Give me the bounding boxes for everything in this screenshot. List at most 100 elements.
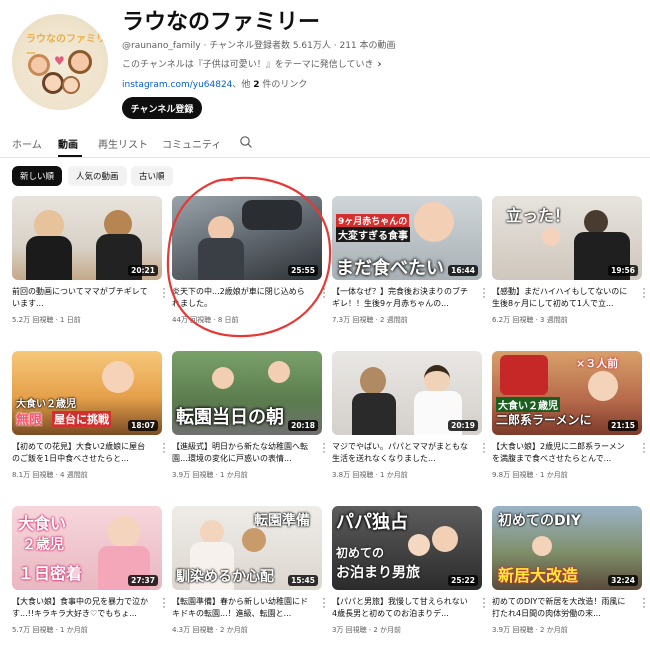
video-meta: 3.9万 回視聴 · 1 か月前 (172, 471, 248, 479)
more-vert-icon[interactable]: · · · (320, 441, 328, 458)
video-title[interactable]: 【転園準備】春から新しい幼稚園にドキドキの転園...！進級、転園と... (172, 596, 312, 620)
upload-age: 1 日前 (60, 316, 81, 324)
video-title[interactable]: 【進級式】明日から新たな幼稚園へ転園…環境の変化に戸惑いの表情... (172, 441, 312, 465)
view-count: 3.9万 回視聴 (492, 626, 534, 634)
video-thumbnail[interactable]: パパ独占 初めての お泊まり男旅 25:22 (332, 506, 482, 590)
thumbnail-caption: お泊まり男旅 (336, 565, 420, 581)
video-card[interactable]: 初めてのDIY 新居大改造 32:24 初めてのDIYで新居を大改造！雨風に打た… (492, 506, 645, 654)
more-vert-icon[interactable]: · · · (480, 596, 488, 613)
tab-home[interactable]: ホーム (12, 136, 42, 151)
video-thumbnail[interactable]: 転園準備 馴染めるか心配 15:45 (172, 506, 322, 590)
more-vert-icon[interactable]: · · · (160, 286, 168, 303)
video-card[interactable]: 20:19 マジでやばい。パパとママがまともな生活を送れなくなりました... 3… (332, 351, 485, 501)
channel-title: ラウなのファミリー (122, 10, 321, 35)
video-title[interactable]: 【感動】まだハイハイもしてないのに生後8ヶ月にして初めて1人で立... (492, 286, 632, 310)
upload-age: 1 か月前 (220, 471, 248, 479)
chip-oldest[interactable]: 古い順 (131, 166, 173, 186)
subscribe-button[interactable]: チャンネル登録 (122, 97, 202, 119)
upload-age: 2 か月前 (540, 626, 568, 634)
video-card[interactable]: ×３人前 大食い２歳児 二郎系ラーメンに 21:15 【大食い娘】2歳児に二郎系… (492, 351, 645, 501)
duration-badge: 27:37 (128, 575, 158, 586)
video-card[interactable]: 大食い ２歳児 １日密着 27:37 【大食い娘】食事中の兄を暴力で泣かす...… (12, 506, 165, 654)
duration-badge: 25:55 (288, 265, 318, 276)
video-title[interactable]: 【パパと男旅】我慢して甘えられない4歳長男と初めてのお泊まりデ... (332, 596, 472, 620)
video-card[interactable]: 転園当日の朝 20:18 【進級式】明日から新たな幼稚園へ転園…環境の変化に戸惑… (172, 351, 325, 501)
upload-age: 1 か月前 (380, 471, 408, 479)
channel-header: ラウなのファミリー ♥ ラウなのファミリー @raunano_family · … (0, 0, 650, 130)
more-vert-icon[interactable]: · · · (640, 441, 648, 458)
thumbnail-caption: 屋台に挑戦 (52, 411, 111, 427)
video-meta: 4.3万 回視聴 · 2 か月前 (172, 626, 248, 634)
upload-age: 2 か月前 (373, 626, 402, 634)
video-thumbnail[interactable]: 20:19 (332, 351, 482, 435)
chip-newest[interactable]: 新しい順 (12, 166, 63, 186)
view-count: 7.3万 回視聴 (332, 316, 374, 324)
search-icon[interactable] (239, 135, 253, 149)
video-meta: 8.1万 回視聴 · 4 週間前 (12, 471, 88, 479)
channel-links: instagram.com/yu64824、他 2 件のリンク (122, 77, 307, 90)
thumbnail-caption: 無限 (16, 413, 43, 428)
more-vert-icon[interactable]: · · · (480, 286, 488, 303)
chevron-right-icon[interactable]: › (377, 59, 381, 70)
video-thumbnail[interactable]: 初めてのDIY 新居大改造 32:24 (492, 506, 642, 590)
view-count: 44万 回視聴 (172, 316, 212, 324)
chip-popular[interactable]: 人気の動画 (68, 166, 127, 186)
view-count: 3.8万 回視聴 (332, 471, 374, 479)
instagram-link[interactable]: instagram.com/yu64824 (122, 80, 232, 90)
tab-playlists[interactable]: 再生リスト (98, 136, 148, 151)
more-vert-icon[interactable]: · · · (160, 441, 168, 458)
more-vert-icon[interactable]: · · · (640, 596, 648, 613)
video-card[interactable]: 立った！ 19:56 【感動】まだハイハイもしてないのに生後8ヶ月にして初めて1… (492, 196, 645, 346)
video-thumbnail[interactable]: 20:21 (12, 196, 162, 280)
video-card[interactable]: 転園準備 馴染めるか心配 15:45 【転園準備】春から新しい幼稚園にドキドキの… (172, 506, 325, 654)
more-links-suffix[interactable]: 件のリンク (260, 80, 307, 90)
video-title[interactable]: 【一体なぜ？】完食後お決まりのブチギレ！！生後9ヶ月赤ちゃんの... (332, 286, 472, 310)
heart-icon: ♥ (54, 54, 65, 68)
video-thumbnail[interactable]: 転園当日の朝 20:18 (172, 351, 322, 435)
more-vert-icon[interactable]: · · · (480, 441, 488, 458)
video-meta: 7.3万 回視聴 · 2 週間前 (332, 316, 408, 324)
more-vert-icon[interactable]: · · · (640, 286, 648, 303)
more-vert-icon[interactable]: · · · (320, 286, 328, 303)
upload-age: 4 週間前 (60, 471, 88, 479)
tab-videos[interactable]: 動画 (58, 136, 78, 151)
duration-badge: 18:07 (128, 420, 158, 431)
more-vert-icon[interactable]: · · · (320, 596, 328, 613)
video-card[interactable]: パパ独占 初めての お泊まり男旅 25:22 【パパと男旅】我慢して甘えられない… (332, 506, 485, 654)
channel-avatar[interactable]: ラウなのファミリー ♥ (12, 14, 108, 110)
video-meta: 5.7万 回視聴 · 1 か月前 (12, 626, 88, 634)
view-count: 3万 回視聴 (332, 626, 367, 634)
upload-age: 2 か月前 (220, 626, 248, 634)
channel-description-text: このチャンネルは『子供は可愛い！』をテーマに発信していき (122, 60, 374, 70)
video-title[interactable]: 【大食い娘】2歳児に二郎系ラーメンを満腹まで食べさせたらとんで... (492, 441, 632, 465)
duration-badge: 19:56 (608, 265, 638, 276)
video-thumbnail[interactable]: ×３人前 大食い２歳児 二郎系ラーメンに 21:15 (492, 351, 642, 435)
video-card[interactable]: 20:21 前回の動画についてママがブチギレています... 5.2万 回視聴 ·… (12, 196, 165, 346)
video-thumbnail[interactable]: 立った！ 19:56 (492, 196, 642, 280)
video-card[interactable]: 9ヶ月赤ちゃんの 大変すぎる食事 まだ食べたい 16:44 【一体なぜ？】完食後… (332, 196, 485, 346)
video-thumbnail[interactable]: 大食い ２歳児 １日密着 27:37 (12, 506, 162, 590)
tab-community[interactable]: コミュニティ (162, 136, 221, 151)
more-vert-icon[interactable]: · · · (160, 596, 168, 613)
video-title[interactable]: 炎天下の中...2歳娘が車に閉じ込められました。 (172, 286, 312, 310)
video-card[interactable]: 大食い２歳児 無限 屋台に挑戦 18:07 【初めての花見】大食い2歳娘に屋台の… (12, 351, 165, 501)
video-title[interactable]: 前回の動画についてママがブチギレています... (12, 286, 152, 310)
video-meta: 5.2万 回視聴 · 1 日前 (12, 316, 81, 324)
thumbnail-caption: 転園当日の朝 (176, 407, 284, 428)
video-thumbnail[interactable]: 9ヶ月赤ちゃんの 大変すぎる食事 まだ食べたい 16:44 (332, 196, 482, 280)
video-title[interactable]: 【初めての花見】大食い2歳娘に屋台のご飯を1日中食べさせたらと... (12, 441, 152, 465)
thumbnail-caption: 大食い (18, 514, 67, 533)
view-count: 5.2万 回視聴 (12, 316, 54, 324)
video-meta: 3.9万 回視聴 · 2 か月前 (492, 626, 568, 634)
channel-description[interactable]: このチャンネルは『子供は可愛い！』をテーマに発信していき › (122, 57, 381, 70)
thumbnail-caption: 馴染めるか心配 (176, 569, 274, 585)
video-title[interactable]: マジでやばい。パパとママがまともな生活を送れなくなりました... (332, 441, 472, 465)
duration-badge: 21:15 (608, 420, 638, 431)
video-thumbnail[interactable]: 大食い２歳児 無限 屋台に挑戦 18:07 (12, 351, 162, 435)
video-title[interactable]: 【大食い娘】食事中の兄を暴力で泣かす...!!キラキラ大好き♡でもちょ... (12, 596, 152, 620)
video-thumbnail[interactable]: 25:55 (172, 196, 322, 280)
video-title[interactable]: 初めてのDIYで新居を大改造！雨風に打たれ4日間の肉体労働の末... (492, 596, 632, 620)
upload-age: 2 週間前 (380, 316, 408, 324)
video-card[interactable]: 25:55 炎天下の中...2歳娘が車に閉じ込められました。 44万 回視聴 ·… (172, 196, 325, 346)
video-count: 211 本の動画 (339, 41, 396, 51)
